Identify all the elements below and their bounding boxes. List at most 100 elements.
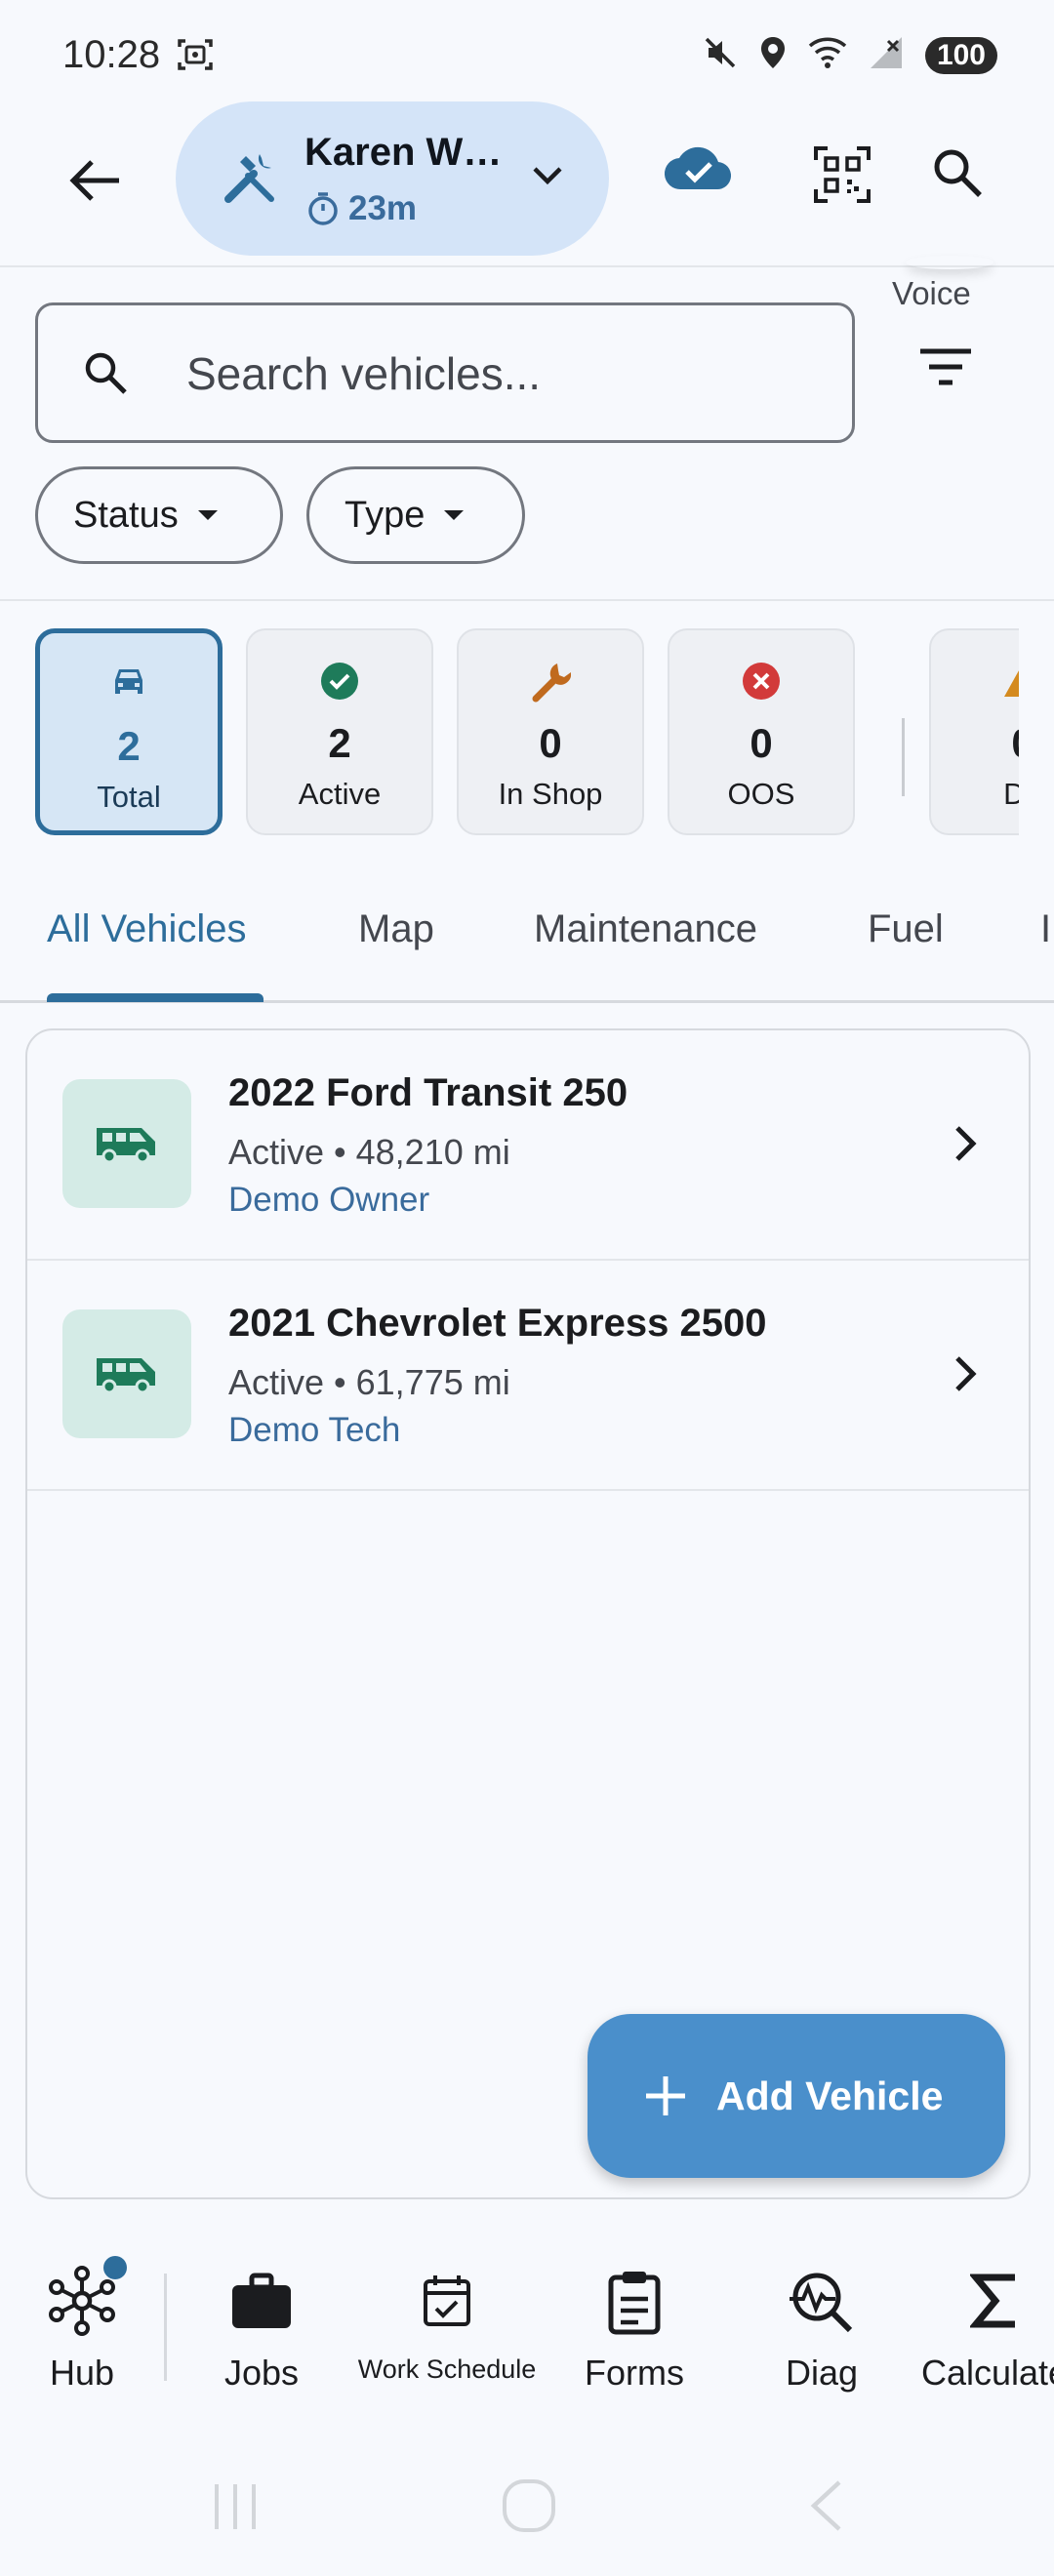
system-navigation-bar (0, 2459, 1054, 2556)
user-name: Karen W… (304, 131, 503, 174)
recents-icon[interactable] (211, 2480, 260, 2533)
notification-badge (103, 2256, 127, 2279)
vehicle-search-field[interactable] (35, 302, 855, 443)
stat-card-in-shop[interactable]: 0 In Shop (457, 628, 644, 835)
tab-map[interactable]: Map (358, 907, 434, 951)
divider (0, 265, 1054, 267)
nav-item-forms[interactable]: Forms (576, 2264, 693, 2394)
status-bar: 10:28 100 (0, 0, 1054, 107)
timer-icon (306, 191, 340, 231)
voice-button[interactable]: Voice (892, 275, 971, 312)
plus-icon (646, 2076, 685, 2115)
session-timer: 23m (348, 189, 418, 227)
divider (164, 2274, 167, 2381)
stat-card-active[interactable]: 2 Active (246, 628, 433, 835)
nav-item-hub[interactable]: Hub (31, 2264, 133, 2394)
warning-icon (931, 662, 1019, 699)
wifi-icon (808, 36, 847, 74)
tab-fuel[interactable]: Fuel (868, 907, 944, 951)
chevron-down-icon (531, 164, 564, 192)
status-filter-label: Status (73, 494, 179, 536)
briefcase-icon (232, 2273, 291, 2328)
stat-value: 0 (931, 720, 1019, 767)
nav-label: Work Schedule (357, 2355, 537, 2384)
vehicle-title: 2021 Chevrolet Express 2500 (228, 1302, 767, 1345)
tab-maintenance[interactable]: Maintenance (534, 907, 757, 951)
car-icon (40, 664, 218, 700)
location-icon (759, 35, 787, 75)
status-filter-dropdown[interactable]: Status (35, 466, 283, 564)
vehicle-stats-strip: 2 Total 2 Active 0 In Shop 0 OOS 0 Du (35, 624, 1019, 839)
status-time: 10:28 (62, 33, 161, 76)
vehicle-status-mileage: Active • 48,210 mi (228, 1132, 510, 1172)
stat-value: 0 (539, 720, 562, 766)
battery-indicator: 100 (924, 36, 997, 74)
signal-icon (869, 35, 904, 75)
add-vehicle-label: Add Vehicle (716, 2073, 944, 2118)
clipboard-icon (608, 2272, 661, 2335)
nav-item-calculate[interactable]: Calculate (902, 2264, 1054, 2394)
check-circle-icon (248, 662, 431, 701)
filter-list-icon (920, 348, 971, 385)
screenshot-icon (176, 35, 215, 79)
nav-label: Calculate (920, 2353, 1054, 2393)
vehicle-row[interactable]: 2021 Chevrolet Express 2500 Active • 61,… (27, 1261, 1029, 1491)
back-button[interactable] (59, 144, 131, 217)
wrench-icon (459, 662, 642, 703)
cloud-done-icon (664, 146, 732, 190)
stat-label: Active (298, 777, 382, 811)
active-tab-indicator (47, 993, 264, 1002)
search-input[interactable] (186, 344, 831, 403)
stat-value: 0 (750, 720, 773, 766)
stat-card-due[interactable]: 0 Du (929, 628, 1019, 835)
nav-label: Hub (49, 2353, 115, 2393)
voice-button-shadow (906, 256, 993, 269)
tab-more[interactable]: I (1040, 907, 1051, 951)
chevron-right-icon (953, 1124, 978, 1168)
tab-all-vehicles[interactable]: All Vehicles (47, 907, 247, 951)
vehicle-owner: Demo Owner (228, 1181, 430, 1219)
nav-item-diag[interactable]: Diag (767, 2264, 876, 2394)
van-icon (62, 1309, 191, 1438)
nav-label: Jobs (223, 2353, 300, 2393)
sigma-icon (968, 2274, 1015, 2328)
type-filter-label: Type (345, 494, 426, 536)
diagnostics-icon (790, 2273, 853, 2333)
global-search-button[interactable] (931, 146, 984, 204)
stat-card-total[interactable]: 2 Total (35, 628, 223, 835)
caret-down-icon (444, 510, 465, 520)
home-icon[interactable] (500, 2476, 558, 2535)
filter-button[interactable] (917, 345, 974, 393)
back-nav-icon[interactable] (806, 2478, 845, 2533)
nav-item-jobs[interactable]: Jobs (205, 2264, 318, 2394)
stat-card-oos[interactable]: 0 OOS (668, 628, 855, 835)
bottom-navigation: Hub Jobs Work Schedule Forms Diag Calcul… (0, 2234, 1054, 2394)
tools-icon (221, 148, 279, 212)
add-vehicle-button[interactable]: Add Vehicle (588, 2014, 1005, 2178)
stat-label: In Shop (498, 777, 603, 811)
qr-scan-button[interactable] (814, 146, 871, 208)
arrow-left-icon (69, 160, 119, 201)
caret-down-icon (197, 510, 218, 520)
stat-value: 2 (328, 720, 351, 766)
divider (0, 599, 1054, 601)
vehicle-status-mileage: Active • 61,775 mi (228, 1362, 510, 1402)
cloud-sync-button[interactable] (664, 144, 732, 198)
search-icon (83, 350, 128, 400)
nav-label: Forms (585, 2353, 684, 2393)
vehicle-row[interactable]: 2022 Ford Transit 250 Active • 48,210 mi… (27, 1030, 1029, 1261)
divider (902, 718, 905, 796)
vehicle-title: 2022 Ford Transit 250 (228, 1071, 628, 1114)
qr-code-icon (814, 146, 871, 203)
vehicle-tabs: All Vehicles Map Maintenance Fuel I (0, 878, 1054, 1003)
error-circle-icon (669, 662, 853, 701)
calendar-check-icon (424, 2275, 470, 2326)
stat-label: Total (97, 780, 161, 814)
vehicle-owner: Demo Tech (228, 1411, 401, 1449)
mute-icon (703, 35, 738, 75)
nav-label: Diag (785, 2353, 859, 2393)
search-icon (934, 149, 982, 197)
type-filter-dropdown[interactable]: Type (306, 466, 525, 564)
nav-item-work-schedule[interactable]: Work Schedule (344, 2264, 550, 2385)
user-session-chip[interactable]: Karen W… 23m (176, 101, 609, 256)
